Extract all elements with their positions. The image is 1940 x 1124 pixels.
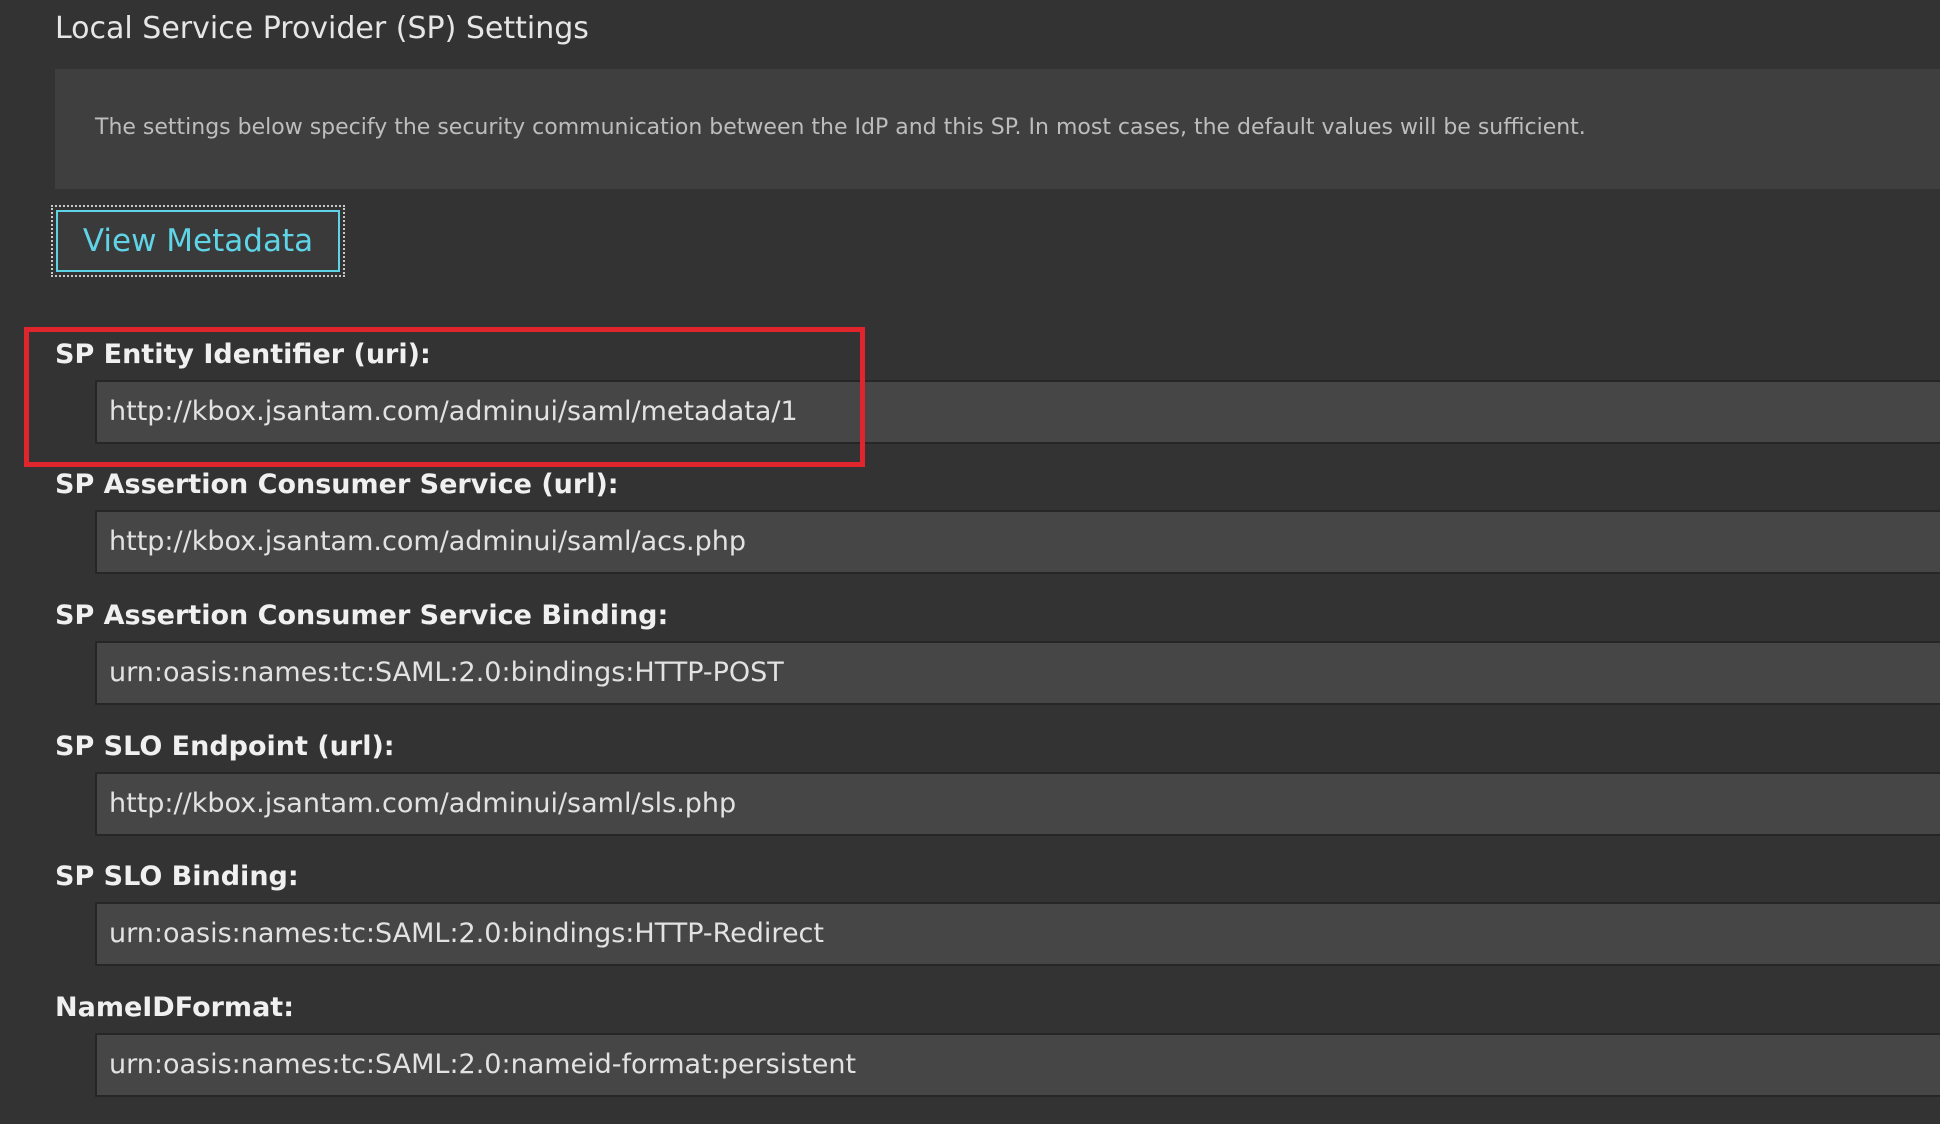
view-metadata-focus-ring: View Metadata [51,205,345,277]
section-title: Local Service Provider (SP) Settings [55,11,589,46]
info-text: The settings below specify the security … [95,115,1586,140]
saml-sp-settings-page: Local Service Provider (SP) Settings The… [0,0,1940,1124]
view-metadata-button[interactable]: View Metadata [56,210,340,272]
sp-slo-endpoint-input[interactable]: http://kbox.jsantam.com/adminui/saml/sls… [95,772,1940,836]
nameid-format-input[interactable]: urn:oasis:names:tc:SAML:2.0:nameid-forma… [95,1033,1940,1097]
field-label: SP Assertion Consumer Service (url): [55,469,619,500]
field-label: NameIDFormat: [55,992,294,1023]
field-label: SP SLO Binding: [55,861,299,892]
sp-slo-binding-input[interactable]: urn:oasis:names:tc:SAML:2.0:bindings:HTT… [95,902,1940,966]
sp-acs-binding-input[interactable]: urn:oasis:names:tc:SAML:2.0:bindings:HTT… [95,641,1940,705]
field-label: SP Assertion Consumer Service Binding: [55,600,669,631]
field-label: SP Entity Identifier (uri): [55,339,431,370]
sp-acs-url-input[interactable]: http://kbox.jsantam.com/adminui/saml/acs… [95,510,1940,574]
sp-entity-identifier-input[interactable]: http://kbox.jsantam.com/adminui/saml/met… [95,380,1940,444]
field-label: SP SLO Endpoint (url): [55,731,395,762]
info-panel: The settings below specify the security … [55,69,1940,189]
